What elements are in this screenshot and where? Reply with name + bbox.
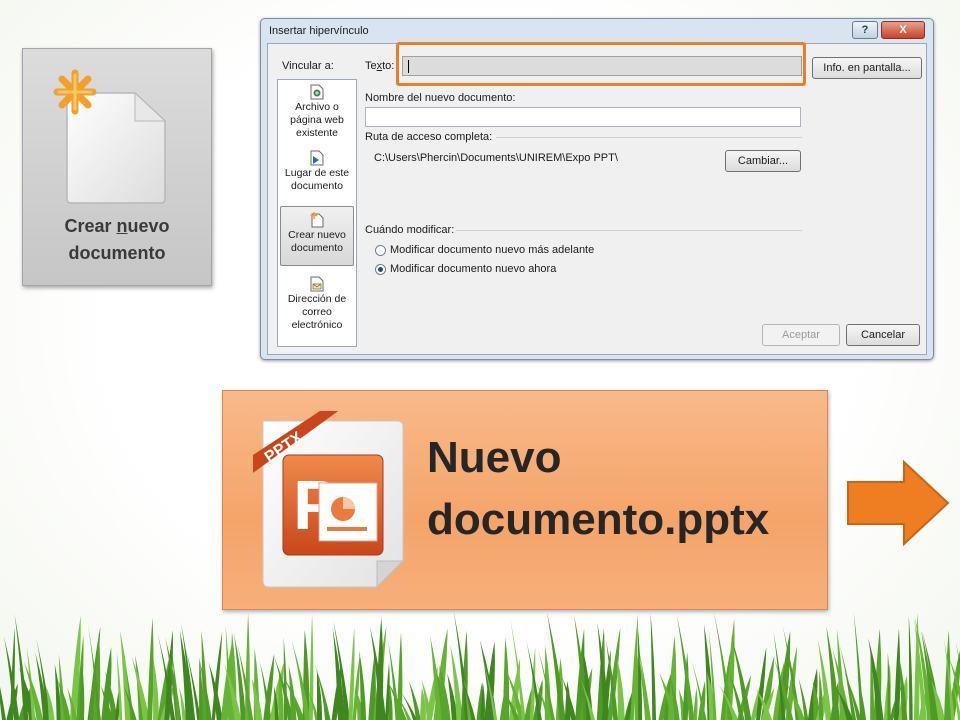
- grass-blade: [316, 669, 323, 720]
- sidebar-item-email-address[interactable]: Dirección de correo electrónico: [280, 276, 354, 342]
- grass-blade: [503, 637, 510, 720]
- new-pptx-document-card: PPTX P Nuevo documento.pptx: [222, 390, 828, 610]
- separator: [496, 137, 802, 138]
- change-path-button[interactable]: Cambiar...: [725, 150, 801, 172]
- full-path-label: Ruta de acceso completa:: [365, 131, 493, 143]
- sidebar-item-place-in-document[interactable]: Lugar de este documento: [280, 150, 354, 198]
- grass-blade: [617, 657, 625, 720]
- create-new-document-card: Crear nuevo documento: [22, 48, 212, 286]
- link-to-sidebar: Archivo o página web existente Lugar de …: [277, 79, 357, 347]
- sidebar-item-label: existente: [295, 127, 339, 139]
- accept-button[interactable]: Aceptar: [762, 324, 840, 346]
- sidebar-item-label: Lugar de este: [284, 167, 350, 179]
- grass-blade: [153, 656, 159, 720]
- new-document-icon: [310, 212, 324, 228]
- edit-later-label[interactable]: Modificar documento nuevo más adelante: [390, 244, 594, 256]
- create-new-document-caption: Crear nuevo documento: [64, 216, 170, 263]
- sidebar-item-label: electrónico: [291, 319, 343, 331]
- web-page-icon: [310, 84, 324, 100]
- grass-blade: [408, 680, 421, 720]
- text-to-display-label: Texto:: [365, 60, 395, 72]
- dialog-title: Insertar hipervínculo: [269, 25, 369, 37]
- new-document-icon: [53, 69, 167, 204]
- edit-now-label[interactable]: Modificar documento nuevo ahora: [390, 263, 556, 275]
- pptx-file-name: Nuevo documento.pptx: [427, 433, 770, 544]
- sidebar-item-existing-file[interactable]: Archivo o página web existente: [280, 84, 354, 142]
- sidebar-item-label: documento: [291, 242, 343, 254]
- sidebar-item-label: Dirección de: [287, 293, 347, 305]
- full-path-value: C:\Users\Phercin\Documents\UNIREM\Expo P…: [374, 152, 618, 164]
- sidebar-item-label: correo: [302, 306, 332, 318]
- when-to-edit-label: Cuándo modificar:: [365, 224, 455, 236]
- screentip-button[interactable]: Info. en pantalla...: [812, 57, 922, 79]
- grass-blade: [908, 615, 913, 720]
- grass-blade: [693, 687, 698, 720]
- sidebar-item-label: Crear nuevo: [288, 229, 346, 241]
- separator: [456, 230, 802, 231]
- sidebar-item-label: Archivo o: [295, 101, 339, 113]
- grass-blade: [894, 628, 901, 720]
- link-to-label: Vincular a:: [282, 60, 334, 72]
- text-field-highlight: [396, 42, 806, 86]
- grass-decoration: [0, 610, 960, 720]
- arrow-right-icon: [847, 460, 950, 546]
- help-button[interactable]: ?: [852, 21, 878, 39]
- close-button[interactable]: X: [881, 21, 925, 39]
- email-icon: [310, 276, 324, 292]
- place-in-document-icon: [310, 150, 324, 166]
- edit-now-radio[interactable]: [375, 264, 386, 275]
- new-document-name-input[interactable]: [365, 107, 801, 127]
- grass-blade: [650, 613, 656, 720]
- dialog-body: Vincular a: Archivo o página web existen…: [267, 43, 927, 355]
- sidebar-item-label: página web: [290, 114, 344, 126]
- cancel-button[interactable]: Cancelar: [846, 324, 920, 346]
- edit-later-radio[interactable]: [375, 245, 386, 256]
- sidebar-item-create-new-document[interactable]: Crear nuevo documento: [280, 206, 354, 266]
- sidebar-item-label: documento: [291, 180, 343, 192]
- grass-blade: [0, 686, 6, 720]
- powerpoint-file-icon: PPTX P: [253, 411, 405, 589]
- new-document-name-label: Nombre del nuevo documento:: [365, 92, 516, 104]
- grass-blade: [147, 617, 154, 720]
